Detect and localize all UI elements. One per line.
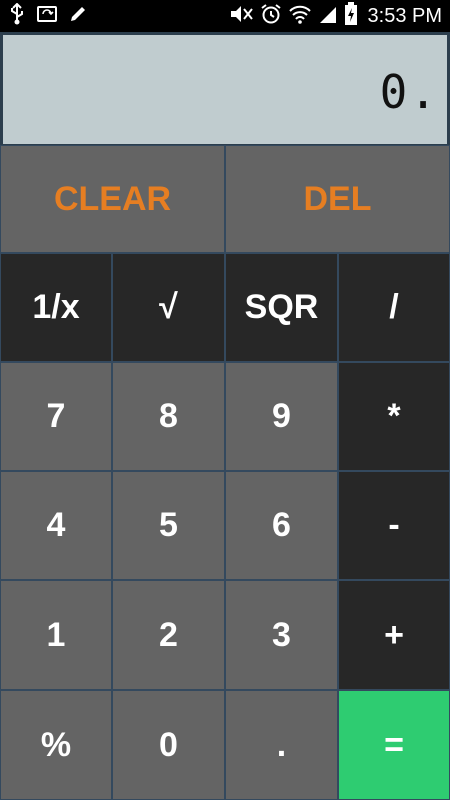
digit-1-button[interactable]: 1 <box>0 580 112 690</box>
clear-button[interactable]: CLEAR <box>0 145 225 253</box>
battery-charging-icon <box>344 1 358 31</box>
reciprocal-button[interactable]: 1/x <box>0 253 112 362</box>
square-root-button[interactable]: √ <box>112 253 225 362</box>
digit-4-button[interactable]: 4 <box>0 471 112 580</box>
pencil-icon <box>68 4 88 29</box>
square-button[interactable]: SQR <box>225 253 338 362</box>
digit-9-button[interactable]: 9 <box>225 362 338 471</box>
digit-8-button[interactable]: 8 <box>112 362 225 471</box>
digit-6-button[interactable]: 6 <box>225 471 338 580</box>
multiply-button[interactable]: * <box>338 362 450 471</box>
alarm-icon <box>260 3 282 30</box>
screen-capture-icon <box>36 3 58 30</box>
wifi-icon <box>288 3 312 30</box>
equals-button[interactable]: = <box>338 690 450 800</box>
percent-button[interactable]: % <box>0 690 112 800</box>
digit-0-button[interactable]: 0 <box>112 690 225 800</box>
display-value: 0. <box>379 65 439 119</box>
mute-icon <box>228 3 254 30</box>
status-left-icons <box>8 2 88 30</box>
add-button[interactable]: + <box>338 580 450 690</box>
status-time: 3:53 PM <box>367 4 442 27</box>
digit-2-button[interactable]: 2 <box>112 580 225 690</box>
status-bar: 3:53 PM <box>0 0 450 32</box>
digit-7-button[interactable]: 7 <box>0 362 112 471</box>
usb-icon <box>8 2 26 30</box>
decimal-point-button[interactable]: . <box>225 690 338 800</box>
signal-icon <box>318 3 338 30</box>
divide-button[interactable]: / <box>338 253 450 362</box>
result-display: 0. <box>3 35 447 144</box>
digit-3-button[interactable]: 3 <box>225 580 338 690</box>
digit-5-button[interactable]: 5 <box>112 471 225 580</box>
delete-button[interactable]: DEL <box>225 145 450 253</box>
status-right-icons: 3:53 PM <box>228 1 442 31</box>
subtract-button[interactable]: - <box>338 471 450 580</box>
